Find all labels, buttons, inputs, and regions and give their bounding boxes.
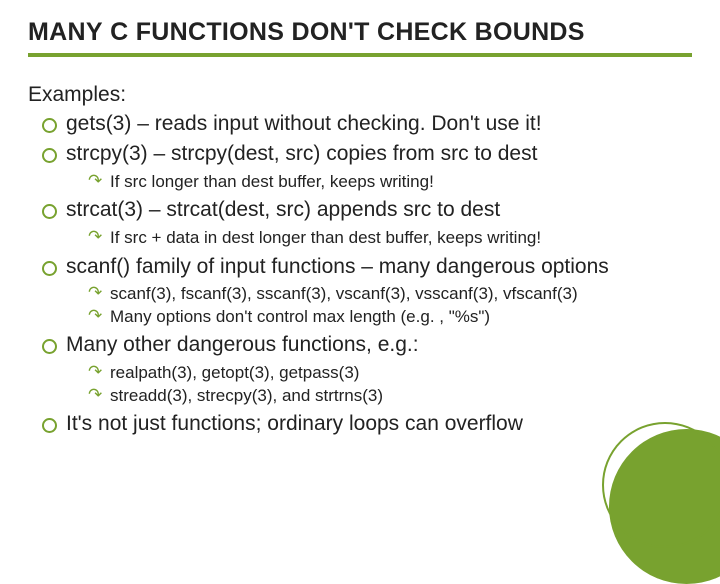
list-item-text: gets(3) – reads input without checking. … bbox=[66, 112, 542, 135]
list-item: strcpy(3) – strcpy(dest, src) copies fro… bbox=[42, 141, 692, 193]
list-item: strcat(3) – strcat(dest, src) appends sr… bbox=[42, 197, 692, 249]
list-item: gets(3) – reads input without checking. … bbox=[42, 111, 692, 138]
list-item-text: strcat(3) – strcat(dest, src) appends sr… bbox=[66, 198, 500, 221]
list-item-text: strcpy(3) – strcpy(dest, src) copies fro… bbox=[66, 142, 537, 165]
sub-list: realpath(3), getopt(3), getpass(3)stread… bbox=[66, 362, 692, 407]
slide-title: MANY C FUNCTIONS DON'T CHECK BOUNDS bbox=[28, 18, 692, 47]
sub-list: If src + data in dest longer than dest b… bbox=[66, 227, 692, 249]
sub-list-item: realpath(3), getopt(3), getpass(3) bbox=[88, 362, 692, 384]
corner-circle-outline bbox=[602, 422, 720, 548]
sub-list-item: If src longer than dest buffer, keeps wr… bbox=[88, 171, 692, 193]
sub-list-item: If src + data in dest longer than dest b… bbox=[88, 227, 692, 249]
list-item: Many other dangerous functions, e.g.: rea… bbox=[42, 332, 692, 407]
list-item: It's not just functions; ordinary loops … bbox=[42, 411, 692, 438]
slide: MANY C FUNCTIONS DON'T CHECK BOUNDS Exam… bbox=[0, 0, 720, 540]
bullet-list: gets(3) – reads input without checking. … bbox=[28, 111, 692, 438]
sub-list-item: Many options don't control max length (e… bbox=[88, 306, 692, 328]
lead-text: Examples: bbox=[28, 83, 692, 107]
sub-list-item: scanf(3), fscanf(3), sscanf(3), vscanf(3… bbox=[88, 283, 692, 305]
sub-list-item: streadd(3), strecpy(3), and strtrns(3) bbox=[88, 385, 692, 407]
list-item-text: Many other dangerous functions, e.g.: bbox=[66, 333, 419, 356]
title-divider bbox=[28, 53, 692, 57]
sub-list: scanf(3), fscanf(3), sscanf(3), vscanf(3… bbox=[66, 283, 692, 328]
list-item-text: It's not just functions; ordinary loops … bbox=[66, 412, 523, 435]
list-item: scanf() family of input functions – many… bbox=[42, 254, 692, 329]
sub-list: If src longer than dest buffer, keeps wr… bbox=[66, 171, 692, 193]
list-item-text: scanf() family of input functions – many… bbox=[66, 255, 609, 278]
